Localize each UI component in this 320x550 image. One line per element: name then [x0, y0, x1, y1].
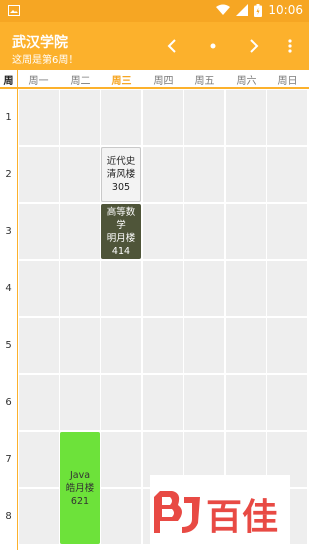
- empty-slot[interactable]: [101, 432, 141, 487]
- period-label: 7: [5, 454, 12, 465]
- empty-slot[interactable]: [143, 261, 183, 316]
- empty-slot[interactable]: [143, 147, 183, 202]
- empty-slot[interactable]: [19, 375, 59, 430]
- day-header-sun: 周日: [277, 75, 298, 87]
- course-text: 近代史: [106, 156, 136, 167]
- period-label: 4: [5, 283, 12, 294]
- course-block[interactable]: 高等数学明月楼 414: [101, 204, 141, 259]
- course-text: 明月楼: [106, 232, 136, 244]
- period-label: 8: [5, 511, 12, 522]
- signal-icon: [236, 4, 249, 16]
- empty-slot[interactable]: [101, 90, 141, 145]
- empty-slot[interactable]: [19, 261, 59, 316]
- empty-slot[interactable]: [19, 489, 59, 544]
- day-header-fri: 周五: [194, 75, 215, 87]
- course-text: 清风楼: [106, 169, 136, 180]
- course-text: Java: [69, 469, 91, 481]
- more-options-button[interactable]: [278, 34, 302, 58]
- empty-slot[interactable]: [19, 147, 59, 202]
- course-text: 305: [111, 182, 131, 193]
- empty-slot[interactable]: [226, 90, 266, 145]
- wifi-icon: [216, 4, 231, 15]
- empty-slot[interactable]: [19, 90, 59, 145]
- empty-slot[interactable]: [267, 147, 307, 202]
- period-label: 1: [5, 112, 12, 123]
- period-label: 5: [5, 340, 12, 351]
- empty-slot[interactable]: [267, 375, 307, 430]
- day-header-sat: 周六: [236, 75, 257, 87]
- day-header-tue: 周二: [70, 75, 91, 87]
- empty-slot[interactable]: [184, 204, 224, 259]
- empty-slot[interactable]: [184, 261, 224, 316]
- day-header-wed: 周三: [111, 75, 132, 87]
- period-column-divider: [17, 70, 18, 550]
- course-block[interactable]: 近代史清风楼 305: [101, 147, 141, 202]
- empty-slot[interactable]: [184, 375, 224, 430]
- empty-slot[interactable]: [60, 318, 100, 373]
- period-label: 2: [5, 169, 12, 180]
- empty-slot[interactable]: [143, 375, 183, 430]
- image-notification-icon: [8, 5, 20, 16]
- empty-slot[interactable]: [60, 375, 100, 430]
- period-label: 6: [5, 397, 12, 408]
- course-text: 高等数: [106, 206, 136, 218]
- weekday-header: 周 周一 周二 周三 周四 周五 周六 周日: [0, 70, 309, 88]
- next-week-button[interactable]: [242, 34, 266, 58]
- empty-slot[interactable]: [60, 90, 100, 145]
- prev-week-button[interactable]: [160, 34, 184, 58]
- empty-slot[interactable]: [19, 204, 59, 259]
- empty-slot[interactable]: [184, 147, 224, 202]
- empty-slot[interactable]: [226, 318, 266, 373]
- current-week-button[interactable]: [201, 34, 225, 58]
- empty-slot[interactable]: [184, 318, 224, 373]
- empty-slot[interactable]: [19, 432, 59, 487]
- battery-icon: [254, 3, 263, 17]
- course-text: 皓月楼: [65, 482, 95, 494]
- dot-icon: [210, 43, 216, 49]
- course-text: 学: [116, 219, 126, 231]
- empty-slot[interactable]: [143, 90, 183, 145]
- week-subtitle: 这周是第6周！: [12, 55, 79, 66]
- app-bar: 武汉学院 这周是第6周！: [0, 22, 309, 70]
- course-text: 414: [111, 245, 131, 257]
- svg-text:百佳: 百佳: [206, 497, 278, 538]
- course-block[interactable]: Java 皓月楼 621: [60, 432, 100, 544]
- day-header-thu: 周四: [153, 75, 174, 87]
- more-vert-icon: [288, 39, 292, 53]
- empty-slot[interactable]: [226, 204, 266, 259]
- empty-slot[interactable]: [267, 261, 307, 316]
- chevron-left-icon: [167, 39, 176, 53]
- day-header-mon: 周一: [28, 75, 49, 87]
- empty-slot[interactable]: [267, 318, 307, 373]
- week-corner-label: 周: [3, 75, 14, 87]
- empty-slot[interactable]: [226, 261, 266, 316]
- page-title: 武汉学院: [12, 35, 68, 51]
- empty-slot[interactable]: [101, 489, 141, 544]
- empty-slot[interactable]: [226, 147, 266, 202]
- empty-slot[interactable]: [101, 261, 141, 316]
- empty-slot[interactable]: [143, 318, 183, 373]
- empty-slot[interactable]: [60, 147, 100, 202]
- empty-slot[interactable]: [267, 90, 307, 145]
- chevron-right-icon: [250, 39, 259, 53]
- empty-slot[interactable]: [184, 90, 224, 145]
- empty-slot[interactable]: [267, 204, 307, 259]
- period-label: 3: [5, 226, 12, 237]
- empty-slot[interactable]: [60, 261, 100, 316]
- clock-text: 10:06: [268, 3, 303, 17]
- empty-slot[interactable]: [101, 375, 141, 430]
- empty-slot[interactable]: [226, 375, 266, 430]
- status-bar: 10:06: [0, 0, 309, 22]
- empty-slot[interactable]: [143, 204, 183, 259]
- baijia-logo-icon: 百佳: [154, 491, 278, 538]
- watermark-logo: 百佳: [150, 475, 290, 550]
- empty-slot[interactable]: [101, 318, 141, 373]
- empty-slot[interactable]: [19, 318, 59, 373]
- course-text: 621: [70, 495, 90, 507]
- empty-slot[interactable]: [60, 204, 100, 259]
